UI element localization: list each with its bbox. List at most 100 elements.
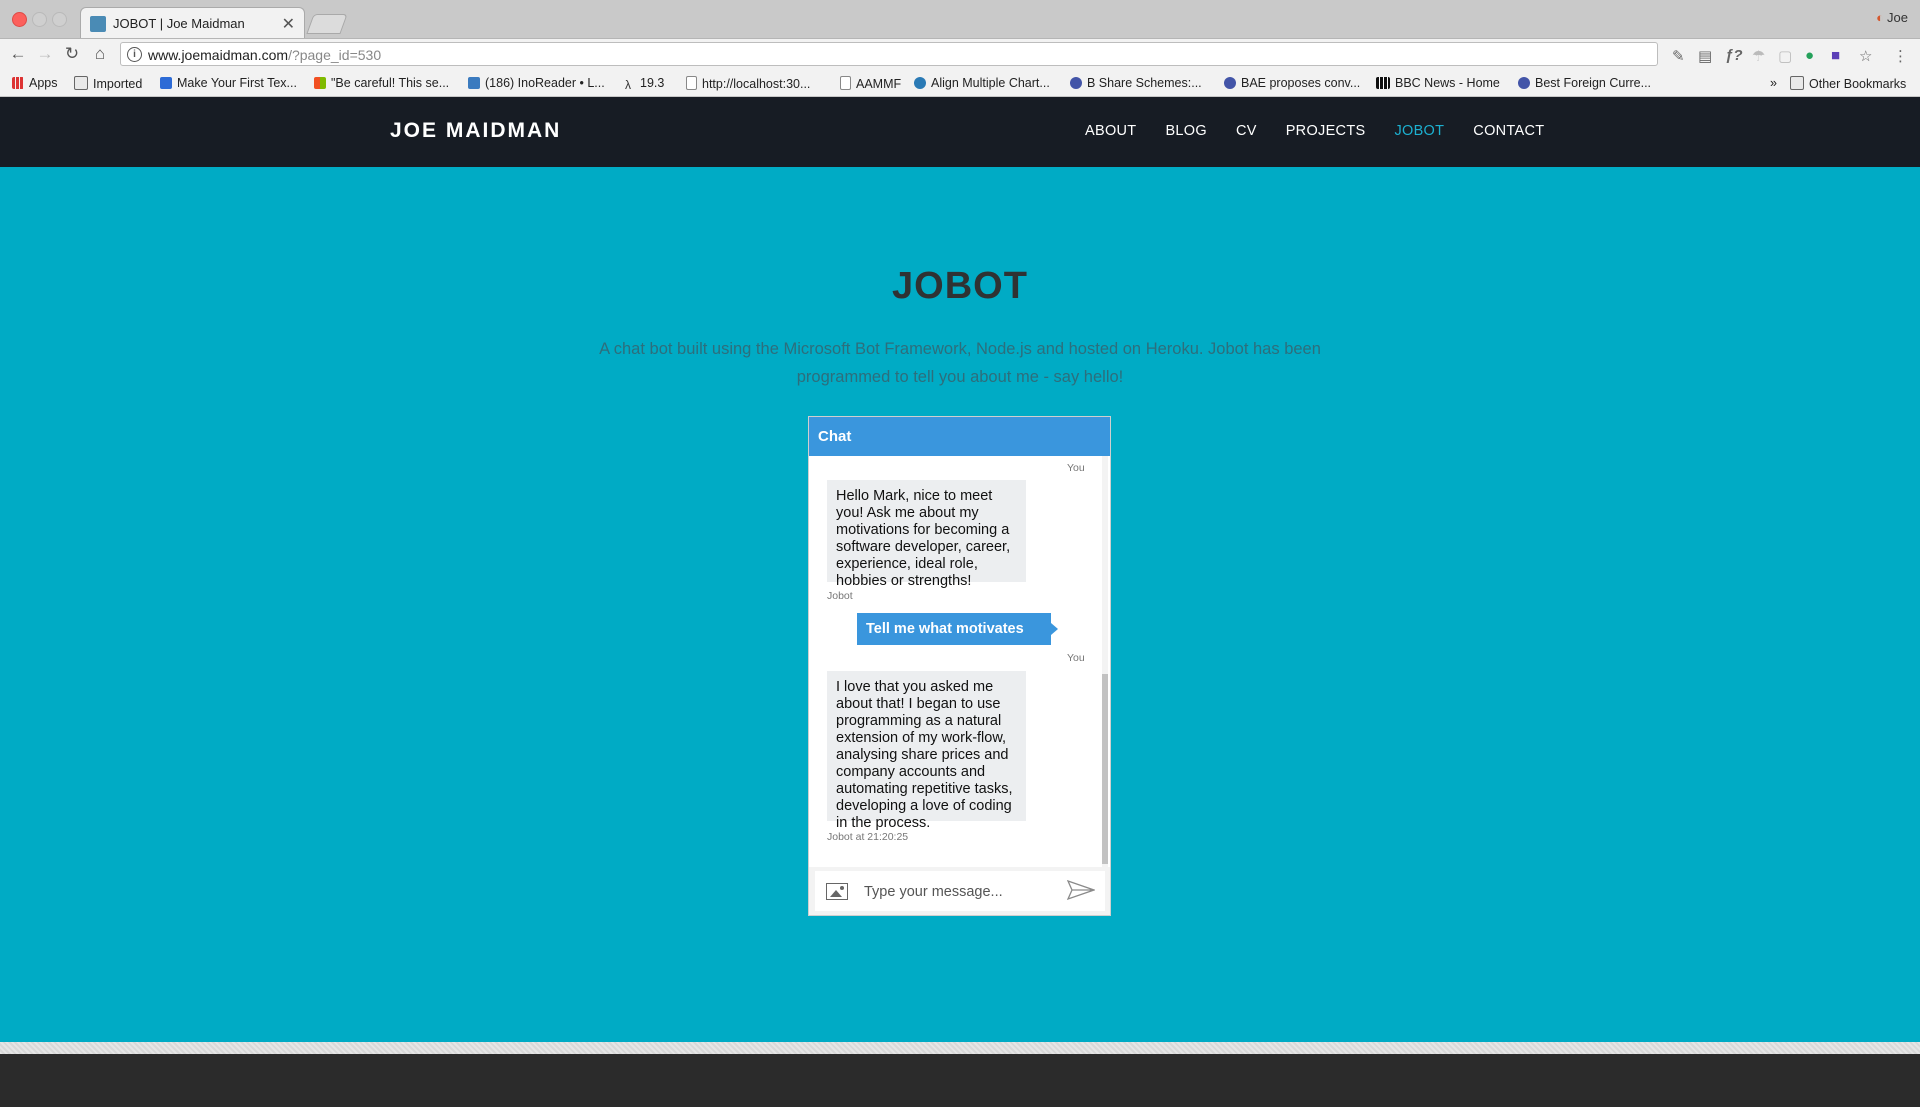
message-input[interactable] [862, 881, 1056, 903]
page-description: A chat bot built using the Microsoft Bot… [599, 340, 1321, 386]
image-upload-icon[interactable] [826, 883, 848, 900]
bookmark-item[interactable]: AAMMF [840, 76, 901, 91]
globe-icon [1070, 77, 1082, 89]
home-icon[interactable]: ⌂ [90, 44, 110, 64]
globe-icon [1224, 77, 1236, 89]
tab-close-icon[interactable]: ✕ [282, 14, 295, 34]
chat-input-field [815, 871, 1105, 911]
footer-divider [0, 1042, 1920, 1054]
page-icon [686, 76, 697, 90]
extension-icon[interactable]: ☂ [1752, 47, 1765, 65]
nav-contact[interactable]: CONTACT [1473, 123, 1544, 139]
profile-name: Joe [1887, 10, 1908, 25]
tab-favicon-icon [90, 16, 106, 32]
microsoft-icon [314, 77, 326, 89]
chat-scrollbar[interactable] [1102, 456, 1108, 867]
url-path: /?page_id=530 [288, 47, 382, 63]
bookmark-item[interactable]: "Be careful! This se... [314, 76, 449, 90]
message-meta: Jobot [827, 590, 853, 602]
bookmark-item[interactable]: http://localhost:30... [686, 76, 810, 91]
inoreader-icon [468, 77, 480, 89]
bookmark-imported[interactable]: Imported [74, 76, 142, 91]
browser-tab[interactable]: JOBOT | Joe Maidman ✕ [80, 7, 305, 38]
user-message: Tell me what motivates you Joe. [857, 613, 1058, 669]
nav-cv[interactable]: CV [1236, 123, 1257, 139]
bookmark-star-icon[interactable]: ☆ [1859, 47, 1872, 65]
bookmark-label: (186) InoReader • L... [485, 76, 605, 90]
scrollbar-thumb[interactable] [1102, 674, 1108, 864]
browser-toolbar: ← → ↻ ⌂ i www.joemaidman.com/?page_id=53… [0, 39, 1920, 70]
bookmark-label: BAE proposes conv... [1241, 76, 1361, 90]
bot-message: I love that you asked me about that! I b… [827, 671, 1026, 831]
bot-message: Hello Mark, nice to meet you! Ask me abo… [827, 480, 1026, 589]
nav-projects[interactable]: PROJECTS [1286, 123, 1366, 139]
nav-jobot[interactable]: JOBOT [1394, 123, 1444, 139]
menu-icon[interactable]: ⋮ [1893, 47, 1908, 65]
bookmark-label: Imported [93, 77, 143, 91]
document-extension-icon[interactable]: ▢ [1778, 47, 1792, 65]
message-meta: Jobot at 21:20:25 [827, 831, 909, 843]
bookmark-item[interactable]: Make Your First Tex... [160, 76, 297, 90]
eyedropper-extension-icon[interactable]: ✎ [1672, 47, 1685, 65]
bookmark-label: BBC News - Home [1395, 76, 1500, 90]
bookmark-item[interactable]: B Share Schemes:... [1070, 76, 1202, 90]
other-bookmarks[interactable]: Other Bookmarks [1790, 76, 1906, 91]
bookmark-label: B Share Schemes:... [1087, 76, 1202, 90]
new-tab-button[interactable] [306, 14, 348, 34]
back-icon[interactable]: ← [8, 44, 28, 64]
page-icon [840, 76, 851, 90]
site-info-icon[interactable]: i [127, 47, 142, 62]
nav-about[interactable]: ABOUT [1085, 123, 1136, 139]
bookmark-item[interactable]: λ 19.3 [625, 76, 665, 92]
site-logo[interactable]: JOE MAIDMAN [390, 119, 561, 143]
forward-icon[interactable]: → [35, 44, 55, 64]
bookmark-label: Make Your First Tex... [177, 76, 297, 90]
address-bar[interactable]: i www.joemaidman.com/?page_id=530 [120, 42, 1658, 66]
profile-button[interactable]: ◐ Joe [1876, 10, 1908, 25]
bookmark-label: Apps [29, 76, 58, 90]
bookmark-label: AAMMF [856, 77, 902, 91]
bookmark-item[interactable]: Align Multiple Chart... [914, 76, 1050, 90]
reload-icon[interactable]: ↻ [62, 44, 82, 64]
lambda-icon: λ [625, 78, 631, 92]
address-url[interactable]: www.joemaidman.com/?page_id=530 [148, 47, 381, 63]
minimize-window-button[interactable] [32, 12, 47, 27]
send-icon[interactable] [1067, 879, 1095, 901]
formula-extension-icon[interactable]: ƒ? [1725, 47, 1743, 64]
page-title: JOBOT [892, 265, 1028, 307]
message-meta: You [1067, 652, 1085, 664]
globe-icon [1518, 77, 1530, 89]
folder-icon [74, 76, 88, 90]
bookmark-item[interactable]: (186) InoReader • L... [468, 76, 605, 90]
chat-history[interactable]: You Hello Mark, nice to meet you! Ask me… [809, 456, 1110, 867]
calendar-extension-icon[interactable]: ▤ [1698, 47, 1712, 65]
bookmark-apps[interactable]: Apps [12, 76, 58, 90]
bookmark-label: http://localhost:30... [702, 77, 811, 91]
nav-blog[interactable]: BLOG [1165, 123, 1207, 139]
main-nav: ABOUT BLOG CV PROJECTS JOBOT CONTACT [1085, 123, 1573, 139]
site-header: JOE MAIDMAN ABOUT BLOG CV PROJECTS JOBOT… [0, 97, 1920, 167]
bookmark-label: Other Bookmarks [1809, 77, 1907, 91]
close-window-button[interactable] [12, 12, 27, 27]
chat-input-area [809, 867, 1110, 915]
bookmarks-bar: Apps Imported Make Your First Tex... "Be… [0, 70, 1920, 97]
chat-widget: Chat You Hello Mark, nice to meet you! A… [808, 416, 1111, 916]
tab-title: JOBOT | Joe Maidman [113, 16, 245, 31]
bookmark-item[interactable]: BAE proposes conv... [1224, 76, 1360, 90]
bookmark-item[interactable]: Best Foreign Curre... [1518, 76, 1651, 90]
wordpress-icon [914, 77, 926, 89]
folder-icon [1790, 76, 1804, 90]
checkbox-extension-icon[interactable]: ■ [1831, 47, 1840, 64]
site-footer [0, 1054, 1920, 1107]
bookmarks-overflow-button[interactable]: » [1770, 76, 1777, 90]
apps-grid-icon [12, 77, 24, 89]
chat-header-title: Chat [818, 428, 852, 445]
bookmark-item[interactable]: BBC News - Home [1376, 76, 1500, 90]
bookmark-label: 19.3 [640, 76, 665, 90]
grammarly-icon[interactable]: ● [1805, 47, 1814, 64]
bookmark-favicon-icon [160, 77, 172, 89]
bookmark-label: Best Foreign Curre... [1535, 76, 1652, 90]
bbc-icon [1376, 77, 1390, 89]
profile-icon: ◐ [1876, 10, 1885, 25]
maximize-window-button[interactable] [52, 12, 67, 27]
